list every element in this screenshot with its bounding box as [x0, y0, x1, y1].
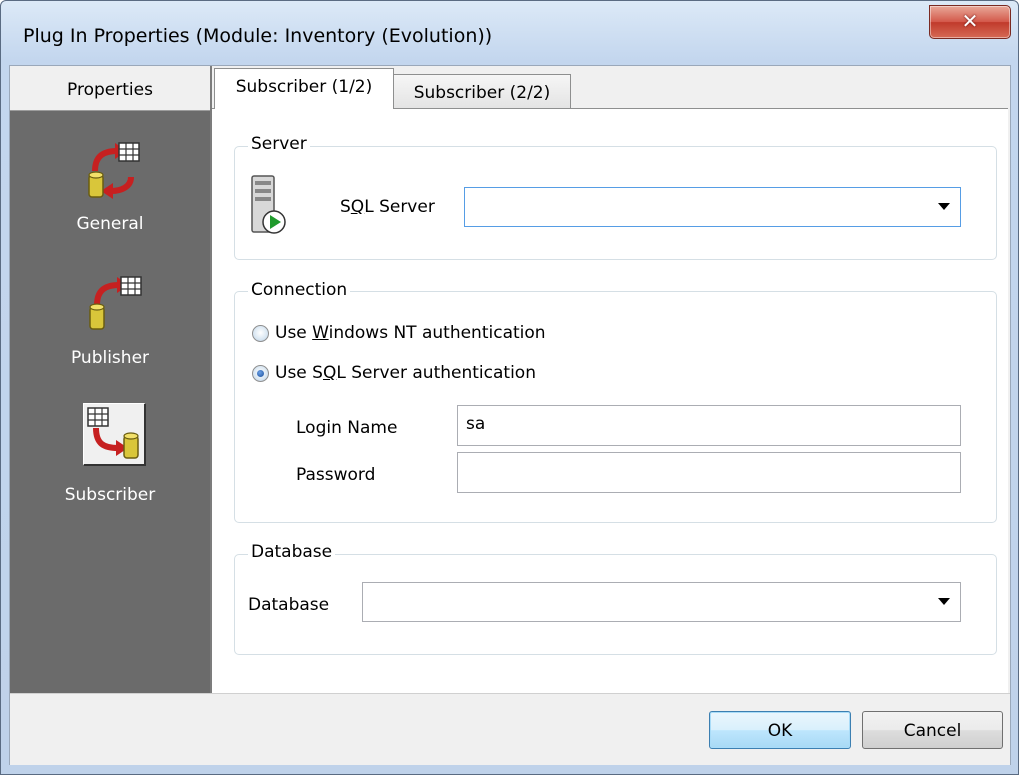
properties-list: General Publisher Subscriber [10, 111, 210, 693]
ok-button[interactable]: OK [709, 711, 851, 749]
close-icon: ✕ [961, 9, 979, 33]
sql-server-combo[interactable] [464, 187, 961, 227]
database-label: Database [248, 595, 330, 615]
password-label: Password [296, 465, 376, 485]
sidebar-item-publisher[interactable]: Publisher [10, 273, 210, 383]
server-group-label: Server [248, 134, 310, 154]
chevron-down-icon[interactable] [938, 203, 950, 210]
dialog-footer: OK Cancel [10, 693, 1010, 765]
chevron-down-icon[interactable] [938, 598, 950, 605]
window-title: Plug In Properties (Module: Inventory (E… [23, 25, 493, 47]
dialog-window: Plug In Properties (Module: Inventory (E… [0, 0, 1019, 775]
sql-auth-radio[interactable] [252, 365, 269, 382]
general-icon [88, 142, 140, 199]
sql-auth-label[interactable]: Use SQL Server authentication [275, 363, 536, 383]
title-bar[interactable]: Plug In Properties (Module: Inventory (E… [1, 1, 1018, 65]
tab-subscriber-1[interactable]: Subscriber (1/2) [214, 68, 394, 109]
login-name-field[interactable]: sa [457, 405, 961, 446]
tab-subscriber-2[interactable]: Subscriber (2/2) [393, 74, 571, 111]
windows-auth-radio[interactable] [252, 325, 269, 342]
sidebar-item-label: Subscriber [64, 485, 156, 505]
login-name-label: Login Name [296, 418, 398, 438]
server-icon [251, 175, 286, 234]
password-field[interactable] [457, 452, 961, 493]
cancel-button[interactable]: Cancel [862, 711, 1003, 749]
sidebar-item-subscriber[interactable]: Subscriber [10, 403, 210, 513]
tab-page-subscriber-1: Server SQL Server Connection Use Windows… [212, 108, 1008, 694]
dialog-client: Properties General Publisher Subscriber … [9, 65, 1011, 765]
sidebar-item-general[interactable]: General [10, 141, 210, 251]
properties-panel: Properties General Publisher Subscriber [10, 66, 212, 693]
database-combo[interactable] [362, 582, 961, 622]
properties-header: Properties [10, 66, 210, 111]
sidebar-item-label: General [76, 214, 144, 234]
windows-auth-label[interactable]: Use Windows NT authentication [275, 323, 546, 343]
database-group-label: Database [248, 542, 336, 562]
close-button[interactable]: ✕ [929, 5, 1011, 39]
sidebar-item-label: Publisher [70, 348, 150, 368]
subscriber-icon [83, 403, 146, 466]
publisher-icon [89, 276, 142, 330]
connection-group-label: Connection [248, 280, 351, 300]
sql-server-label: SQL Server [340, 197, 435, 217]
